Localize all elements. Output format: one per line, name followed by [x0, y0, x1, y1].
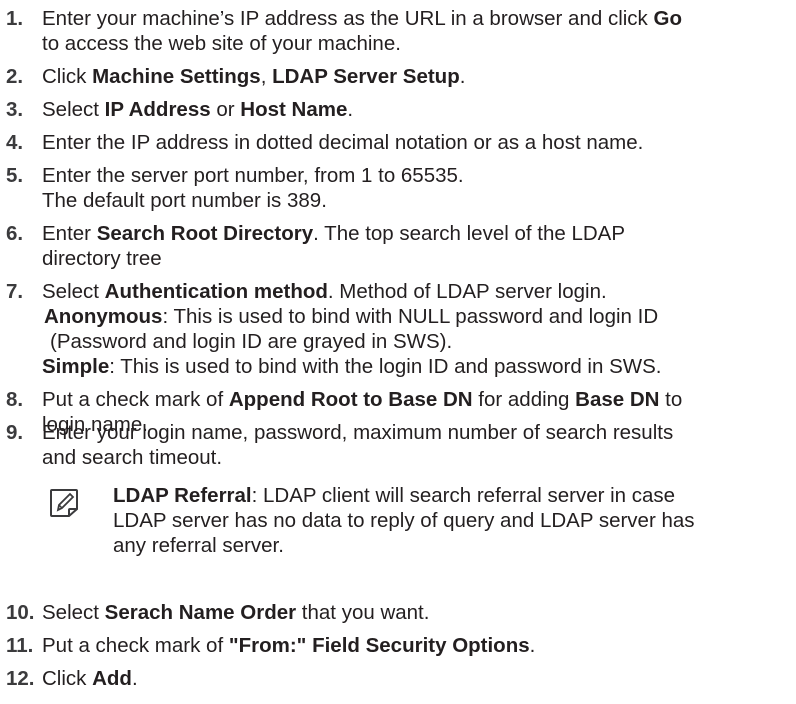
note-text: LDAP Referral: LDAP client will search r…	[113, 484, 695, 557]
step-number: 5.	[6, 164, 24, 187]
step-text: Enter your machine’s IP address as the U…	[42, 7, 682, 55]
step-5: 5. Enter the server port number, from 1 …	[6, 163, 792, 213]
step-10: 10. Select Serach Name Order that you wa…	[6, 600, 792, 625]
step-number: 6.	[6, 222, 24, 245]
note-pencil-icon	[48, 487, 80, 519]
step-number: 2.	[6, 65, 24, 88]
step-text: Select IP Address or Host Name.	[42, 98, 354, 121]
step-text: Click Machine Settings, LDAP Server Setu…	[42, 65, 466, 88]
step-text: Enter Search Root Directory. The top sea…	[42, 222, 626, 270]
step-12: 12. Click Add.	[6, 666, 792, 691]
step-text: Enter the server port number, from 1 to …	[42, 164, 464, 212]
step-text: Select Serach Name Order that you want.	[42, 601, 430, 624]
step-11: 11. Put a check mark of "From:" Field Se…	[6, 633, 792, 658]
step-4: 4. Enter the IP address in dotted decima…	[6, 130, 792, 155]
step-number: 10.	[6, 601, 35, 624]
step-number: 4.	[6, 131, 24, 154]
step-3: 3. Select IP Address or Host Name.	[6, 97, 792, 122]
step-7: 7. Select Authentication method. Method …	[6, 279, 792, 379]
step-number: 7.	[6, 280, 24, 303]
step-9: 9. Enter your login name, password, maxi…	[6, 420, 792, 470]
step-number: 1.	[6, 7, 24, 30]
step-2: 2. Click Machine Settings, LDAP Server S…	[6, 64, 792, 89]
step-number: 11.	[6, 634, 34, 657]
instruction-page: 1. Enter your machine’s IP address as th…	[0, 0, 796, 704]
step-text: Click Add.	[42, 667, 138, 690]
step-number: 9.	[6, 421, 24, 444]
step-1: 1. Enter your machine’s IP address as th…	[6, 6, 792, 56]
step-number: 3.	[6, 98, 24, 121]
step-number: 12.	[6, 667, 35, 690]
step-text: Select Authentication method. Method of …	[42, 280, 662, 378]
step-text: Enter the IP address in dotted decimal n…	[42, 131, 644, 154]
step-text: Put a check mark of "From:" Field Securi…	[42, 634, 536, 657]
step-text: Enter your login name, password, maximum…	[42, 421, 674, 469]
step-6: 6. Enter Search Root Directory. The top …	[6, 221, 792, 271]
